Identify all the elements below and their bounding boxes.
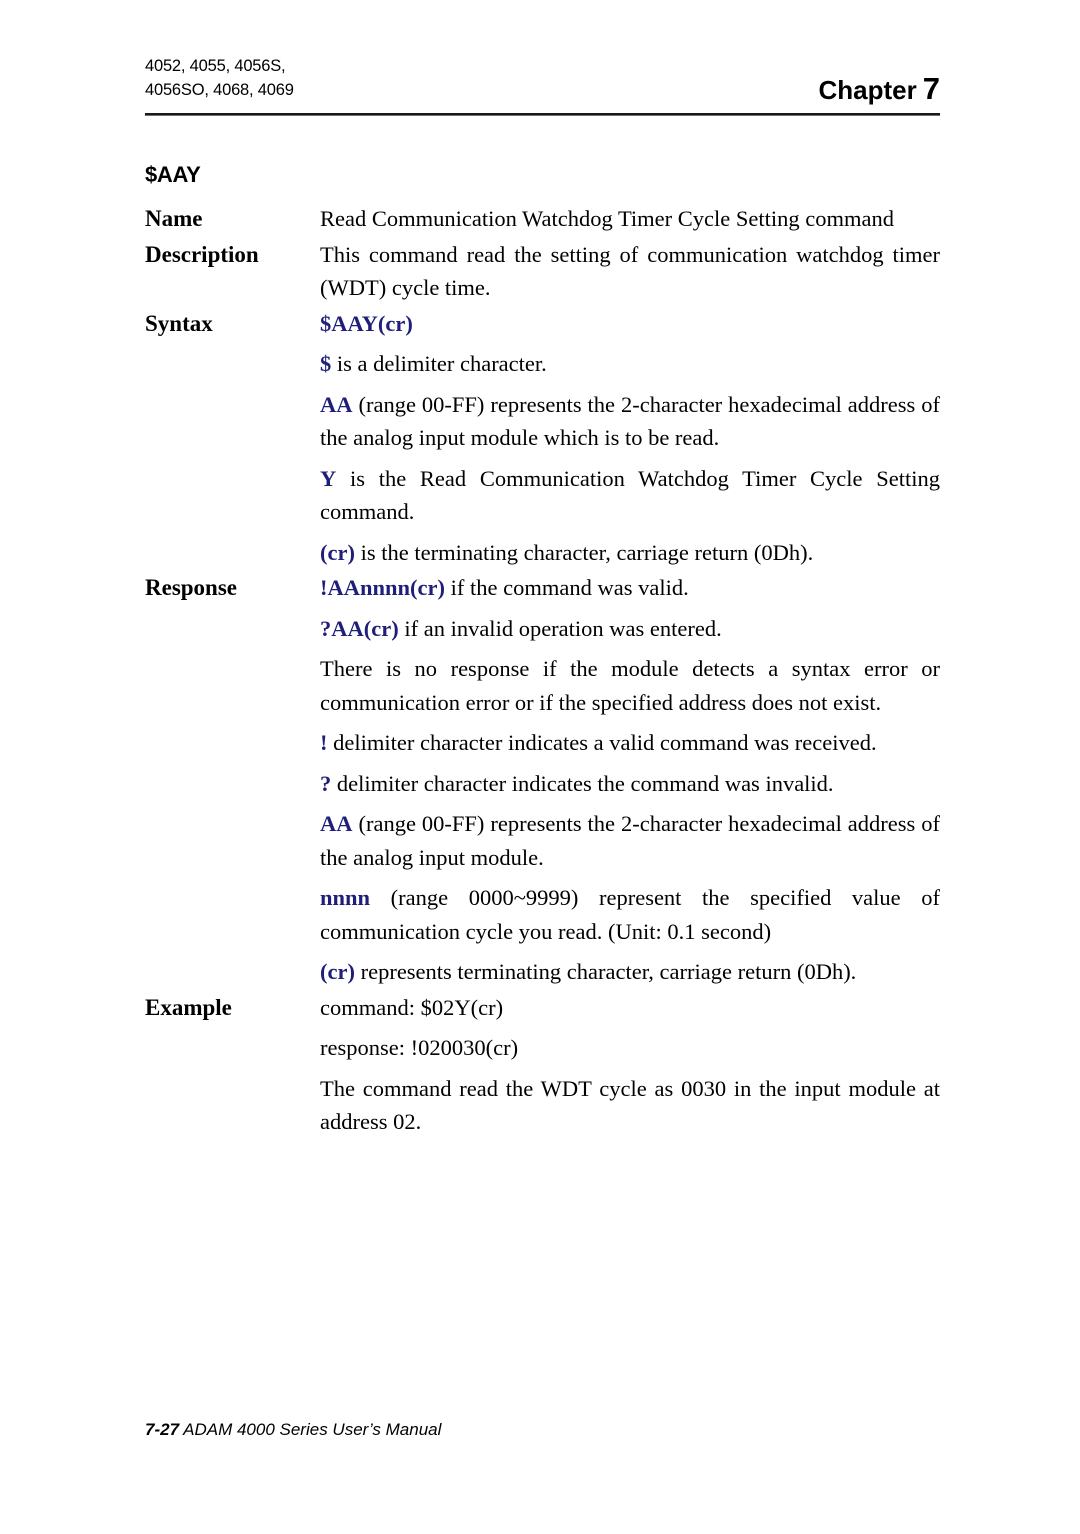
page-footer: 7-27 ADAM 4000 Series User’s Manual <box>145 1418 940 1442</box>
response-item-text: represents terminating character, carria… <box>354 959 857 984</box>
syntax-item: (cr) is the terminating character, carri… <box>320 536 940 570</box>
response-item-token: ! <box>320 730 328 755</box>
syntax-item: $ is a delimiter character. <box>320 347 940 381</box>
description-text: This command read the setting of communi… <box>320 241 940 301</box>
response-item: (cr) represents terminating character, c… <box>320 955 940 989</box>
header-chapter-label: Chapter <box>818 75 917 105</box>
response-item: AA (range 00-FF) represents the 2-charac… <box>320 807 940 874</box>
syntax-code: $AAY(cr) <box>320 310 413 336</box>
label-name: Name <box>145 206 203 231</box>
response-item-token: AA <box>320 811 353 836</box>
row-description: Description This command read the settin… <box>145 238 940 305</box>
header-module-line-2: 4056SO, 4068, 4069 <box>145 81 294 99</box>
body-syntax: $AAY(cr) $ is a delimiter character. AA … <box>320 307 940 570</box>
response-item: There is no response if the module detec… <box>320 652 940 719</box>
syntax-item-token: AA <box>320 391 353 417</box>
response-item-text: (range 0000~9999) represent the specifie… <box>320 885 940 944</box>
header-module-line-1: 4052, 4055, 4056S, <box>145 57 286 75</box>
header-divider-rule <box>145 113 940 116</box>
header-module-list: 4052, 4055, 4056S, 4056SO, 4068, 4069 <box>145 54 294 102</box>
example-command-line: command: $02Y(cr) <box>320 994 504 1020</box>
response-item-token: nnnn <box>320 885 371 910</box>
body-description: This command read the setting of communi… <box>320 238 940 305</box>
command-reference-section: $AAY Name Read Communication Watchdog Ti… <box>145 160 940 1141</box>
response-item: nnnn (range 0000~9999) represent the spe… <box>320 881 940 948</box>
body-response: !AAnnnn(cr) if the command was valid. ?A… <box>320 571 940 989</box>
syntax-item-token: (cr) <box>320 539 355 565</box>
response-item-token: !AAnnnn(cr) <box>320 575 446 600</box>
response-item: ? delimiter character indicates the comm… <box>320 767 940 801</box>
footer-manual-title: ADAM 4000 Series User’s Manual <box>183 1420 442 1439</box>
syntax-item-text: is the Read Communication Watchdog Timer… <box>320 465 940 525</box>
response-item-text: if the command was valid. <box>445 575 689 600</box>
syntax-item-list: $ is a delimiter character. AA (range 00… <box>320 347 940 569</box>
label-syntax: Syntax <box>145 310 213 336</box>
body-name: Read Communication Watchdog Timer Cycle … <box>320 202 940 236</box>
row-name: Name Read Communication Watchdog Timer C… <box>145 202 940 236</box>
response-item-text: delimiter character indicates the comman… <box>331 770 834 796</box>
response-item-token: ? <box>320 770 332 796</box>
example-response-line: response: !020030(cr) <box>320 1035 519 1060</box>
label-description: Description <box>145 241 259 267</box>
syntax-item-text: is a delimiter character. <box>331 351 547 376</box>
header-chapter-number: 7 <box>922 71 940 106</box>
name-text: Read Communication Watchdog Timer Cycle … <box>320 206 894 231</box>
example-explanation: The command read the WDT cycle as 0030 i… <box>320 1075 940 1135</box>
response-item-token: (cr) <box>320 959 355 984</box>
header-chapter: Chapter 7 <box>818 71 941 106</box>
response-item-text: if an invalid operation was entered. <box>398 615 722 641</box>
syntax-item-text: (range 00-FF) represents the 2-character… <box>320 391 940 451</box>
response-item: !AAnnnn(cr) if the command was valid. <box>320 571 940 605</box>
footer-page-number: 7-27 <box>145 1420 180 1439</box>
response-item-token: ?AA(cr) <box>320 615 399 641</box>
response-item-text: (range 00-FF) represents the 2-character… <box>320 811 940 870</box>
response-item: ?AA(cr) if an invalid operation was ente… <box>320 612 940 646</box>
syntax-item-token: Y <box>320 465 337 491</box>
body-example: command: $02Y(cr) response: !020030(cr) … <box>320 991 940 1139</box>
row-response: Response !AAnnnn(cr) if the command was … <box>145 571 940 989</box>
label-example: Example <box>145 994 232 1020</box>
syntax-item: AA (range 00-FF) represents the 2-charac… <box>320 388 940 455</box>
label-response: Response <box>145 575 238 600</box>
response-item-text: There is no response if the module detec… <box>320 656 940 715</box>
response-item-text: delimiter character indicates a valid co… <box>327 730 877 755</box>
syntax-item-token: $ <box>320 351 332 376</box>
row-syntax: Syntax $AAY(cr) $ is a delimiter charact… <box>145 307 940 570</box>
syntax-item: Y is the Read Communication Watchdog Tim… <box>320 462 940 529</box>
row-example: Example command: $02Y(cr) response: !020… <box>145 991 940 1139</box>
syntax-item-text: is the terminating character, carriage r… <box>354 539 814 565</box>
command-title: $AAY <box>145 162 201 187</box>
response-item: ! delimiter character indicates a valid … <box>320 726 940 760</box>
page-header: 4052, 4055, 4056S, 4056SO, 4068, 4069 Ch… <box>145 54 940 110</box>
